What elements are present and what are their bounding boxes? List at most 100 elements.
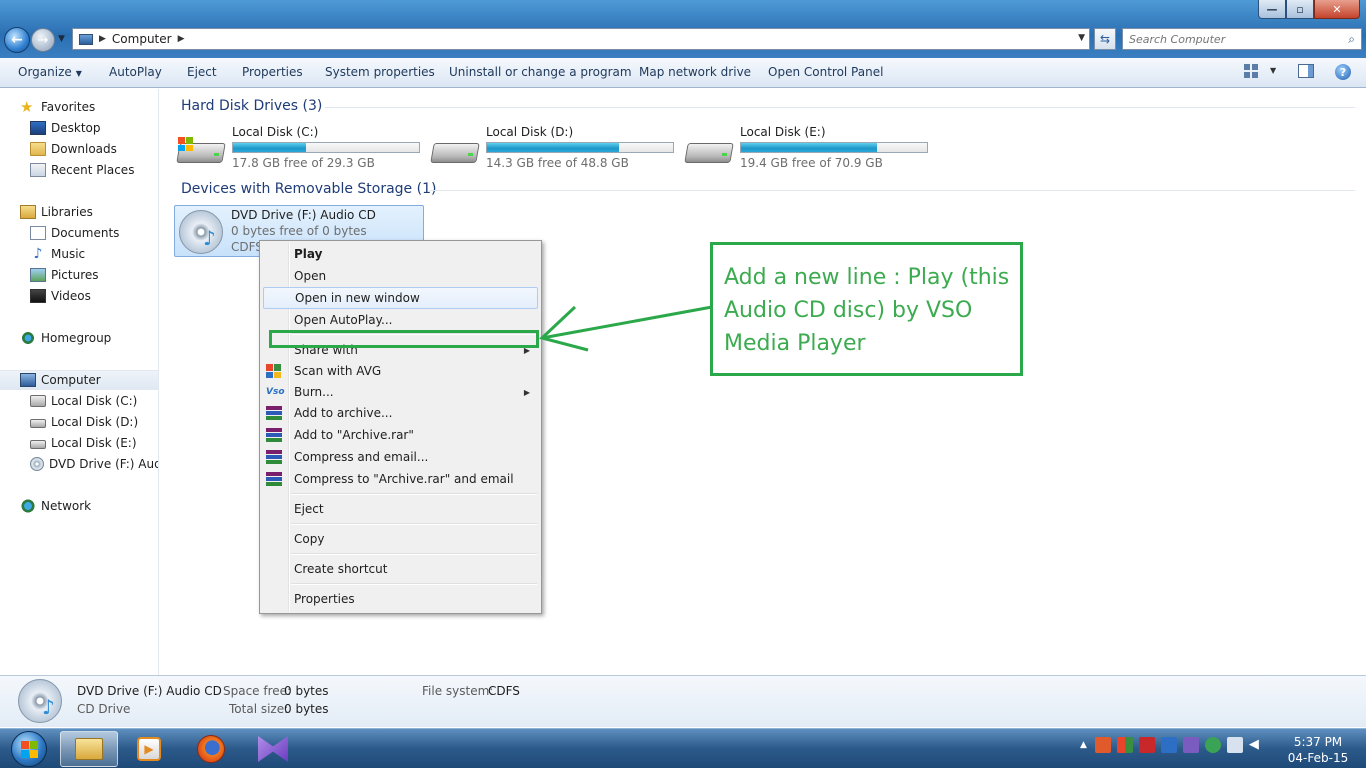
menu-item-compress-rar-email[interactable]: Compress to "Archive.rar" and email — [263, 468, 538, 490]
hard-drive-icon — [684, 135, 734, 165]
show-hidden-icons-icon[interactable]: ▲ — [1080, 740, 1087, 750]
drive-usage-fill — [233, 143, 306, 152]
menu-item-add-archive-rar[interactable]: Add to "Archive.rar" — [263, 424, 538, 446]
cd-disc-icon — [179, 210, 223, 254]
sidebar-item-desktop[interactable]: Desktop — [0, 118, 158, 138]
drive-tile-c[interactable]: Local Disk (C:) 17.8 GB free of 29.3 GB — [176, 125, 430, 173]
map-network-drive-button[interactable]: Map network drive — [639, 58, 751, 88]
menu-item-open-new-window[interactable]: Open in new window — [263, 287, 538, 309]
sidebar-item-local-disk-e[interactable]: Local Disk (E:) — [0, 433, 158, 453]
sidebar-item-homegroup[interactable]: Homegroup — [0, 328, 158, 348]
breadcrumb-chevron-icon[interactable]: ▶ — [178, 34, 185, 44]
windows-logo-icon — [11, 731, 47, 767]
uninstall-program-button[interactable]: Uninstall or change a program — [449, 58, 632, 88]
sidebar-item-local-disk-d[interactable]: Local Disk (D:) — [0, 412, 158, 432]
menu-item-scan-avg[interactable]: Scan with AVG — [263, 360, 538, 382]
help-icon[interactable]: ? — [1335, 64, 1351, 80]
recent-places-icon — [30, 163, 46, 177]
menu-item-compress-email[interactable]: Compress and email... — [263, 446, 538, 468]
menu-item-play[interactable]: Play — [263, 243, 538, 265]
clock[interactable]: 5:37 PM 04-Feb-15 — [1283, 734, 1353, 766]
address-dropdown-icon[interactable]: ▼ — [1078, 33, 1085, 43]
menu-item-copy[interactable]: Copy — [263, 528, 538, 550]
sidebar-item-computer[interactable]: Computer — [0, 370, 158, 390]
shield-icon[interactable] — [1138, 737, 1155, 753]
drive-free-space: 17.8 GB free of 29.3 GB — [232, 156, 375, 170]
minimize-button[interactable]: — — [1258, 0, 1286, 19]
windows-drive-icon — [30, 395, 46, 407]
start-button[interactable] — [2, 730, 56, 768]
drive-usage-fill — [741, 143, 877, 152]
media-player-icon: ▶ — [137, 737, 161, 761]
drive-usage-bar — [232, 142, 420, 153]
avg-icon[interactable] — [1116, 737, 1133, 753]
group-header-hard-disk-drives[interactable]: Hard Disk Drives (3) — [181, 98, 322, 114]
recent-pages-dropdown[interactable]: ▼ — [58, 34, 65, 44]
forward-button[interactable]: → — [31, 28, 55, 52]
submenu-arrow-icon: ▶ — [523, 387, 530, 397]
sidebar-item-pictures[interactable]: Pictures — [0, 265, 158, 285]
menu-item-eject[interactable]: Eject — [263, 498, 538, 520]
taskbar-explorer[interactable] — [60, 731, 118, 767]
sidebar-item-local-disk-c[interactable]: Local Disk (C:) — [0, 391, 158, 411]
taskbar-visual-studio[interactable] — [244, 731, 302, 767]
search-icon[interactable]: ⌕ — [1348, 32, 1355, 47]
network-icon[interactable] — [1226, 737, 1243, 753]
tray-app-icon[interactable] — [1204, 737, 1221, 753]
menu-item-burn[interactable]: Vso Burn... ▶ — [263, 381, 538, 403]
visual-studio-icon — [258, 736, 288, 762]
details-space-free-label: Space free: — [223, 684, 292, 698]
tray-app-icon[interactable] — [1160, 737, 1177, 753]
sidebar-item-music[interactable]: ♪ Music — [0, 244, 158, 264]
properties-button[interactable]: Properties — [242, 58, 303, 88]
sidebar-item-libraries[interactable]: Libraries — [0, 202, 158, 222]
sidebar-item-downloads[interactable]: Downloads — [0, 139, 158, 159]
drive-free-space: 0 bytes free of 0 bytes — [231, 224, 367, 238]
menu-item-open-autoplay[interactable]: Open AutoPlay... — [263, 309, 538, 331]
menu-item-open[interactable]: Open — [263, 265, 538, 287]
tray-app-icon[interactable] — [1094, 737, 1111, 753]
volume-icon[interactable]: ◀ — [1249, 737, 1265, 753]
sidebar-item-favorites[interactable]: ★ Favorites — [0, 97, 158, 117]
sidebar-item-recent-places[interactable]: Recent Places — [0, 160, 158, 180]
maximize-button[interactable]: ▫ — [1286, 0, 1314, 19]
preview-pane-icon[interactable] — [1298, 64, 1314, 78]
open-control-panel-button[interactable]: Open Control Panel — [768, 58, 883, 88]
annotation-line: Media Player — [724, 331, 866, 356]
organize-button[interactable]: Organize ▼ — [18, 58, 82, 88]
search-box[interactable]: ⌕ — [1122, 28, 1362, 50]
sidebar-item-network[interactable]: Network — [0, 496, 158, 516]
taskbar-firefox[interactable] — [182, 731, 240, 767]
breadcrumb-chevron-icon[interactable]: ▶ — [99, 34, 106, 44]
sidebar-item-videos[interactable]: Videos — [0, 286, 158, 306]
firefox-icon — [197, 735, 225, 763]
computer-icon — [20, 373, 36, 387]
search-input[interactable] — [1129, 29, 1339, 49]
drive-tile-d[interactable]: Local Disk (D:) 14.3 GB free of 48.8 GB — [430, 125, 684, 173]
back-button[interactable]: ← — [4, 27, 30, 53]
tray-app-icon[interactable] — [1182, 737, 1199, 753]
sidebar-item-documents[interactable]: Documents — [0, 223, 158, 243]
drive-tile-e[interactable]: Local Disk (E:) 19.4 GB free of 70.9 GB — [684, 125, 938, 173]
change-view-icon[interactable] — [1244, 64, 1260, 78]
breadcrumb-computer[interactable]: Computer — [112, 32, 172, 46]
annotation-arrow — [538, 305, 713, 352]
address-bar[interactable]: ▶ Computer ▶ ▼ — [72, 28, 1090, 50]
refresh-button[interactable]: ⇆ — [1094, 28, 1116, 50]
drive-name: DVD Drive (F:) Audio CD — [231, 208, 376, 222]
eject-button[interactable]: Eject — [187, 58, 217, 88]
downloads-folder-icon — [30, 142, 46, 156]
sidebar-item-dvd-drive[interactable]: DVD Drive (F:) Audio CD — [0, 454, 158, 474]
group-header-removable-storage[interactable]: Devices with Removable Storage (1) — [181, 181, 436, 197]
drive-free-space: 19.4 GB free of 70.9 GB — [740, 156, 883, 170]
autoplay-button[interactable]: AutoPlay — [109, 58, 162, 88]
menu-item-add-archive[interactable]: Add to archive... — [263, 402, 538, 424]
taskbar-vso-player[interactable]: ▶ — [120, 731, 178, 767]
close-button[interactable]: ✕ — [1314, 0, 1360, 19]
menu-item-create-shortcut[interactable]: Create shortcut — [263, 558, 538, 580]
winrar-icon — [266, 428, 282, 442]
menu-separator — [291, 523, 537, 525]
view-options-dropdown-icon[interactable]: ▼ — [1270, 66, 1276, 75]
menu-item-properties[interactable]: Properties — [263, 588, 538, 610]
system-properties-button[interactable]: System properties — [325, 58, 435, 88]
